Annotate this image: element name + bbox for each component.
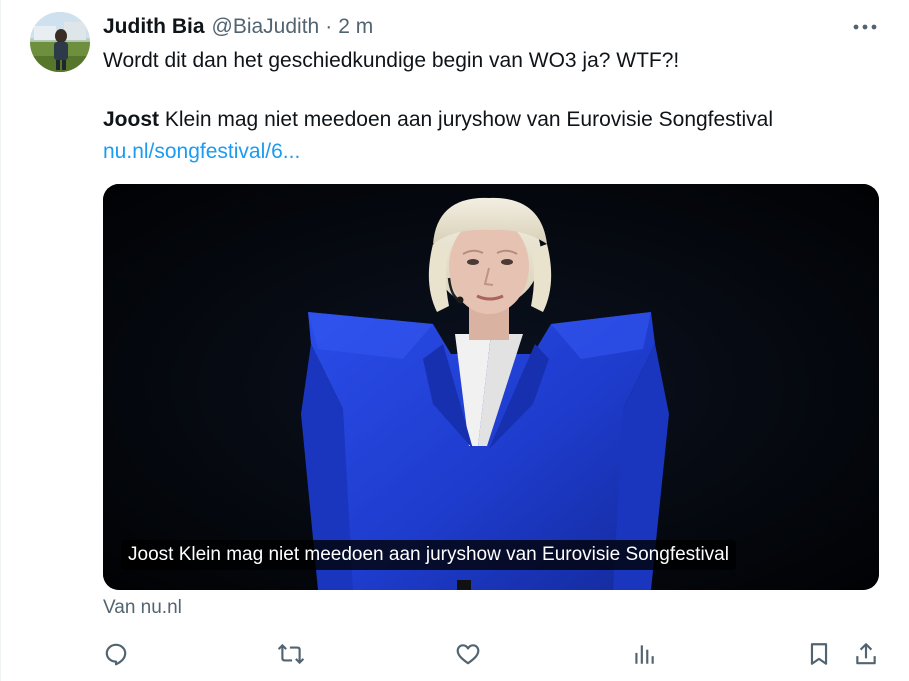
tweet[interactable]: Judith Bia @BiaJudith · 2 m Wordt dit da… [0,0,909,681]
retweet-button[interactable] [277,640,305,668]
bookmark-button[interactable] [805,640,833,668]
headline-rest: Klein mag niet meedoen aan juryshow van … [159,108,774,131]
timestamp[interactable]: 2 m [338,15,373,39]
link-card[interactable]: Joost Klein mag niet meedoen aan jurysho… [103,184,879,590]
quoted-headline: Joost Klein mag niet meedoen aan jurysho… [103,106,773,134]
tweet-text: Wordt dit dan het geschiedkundige begin … [103,49,680,72]
more-options-button[interactable] [851,16,879,38]
share-button[interactable] [852,640,880,668]
article-link[interactable]: nu.nl/songfestival/6... [103,140,300,163]
reply-button[interactable] [102,640,130,668]
like-button[interactable] [454,640,482,668]
card-source[interactable]: Van nu.nl [103,597,182,619]
retweet-icon [277,643,305,665]
reply-icon [105,643,127,666]
avatar[interactable] [30,12,90,72]
author-name[interactable]: Judith Bia [103,15,205,39]
author-handle[interactable]: @BiaJudith [212,15,320,39]
heart-icon [456,644,480,665]
more-icon [853,24,877,30]
separator-dot: · [325,15,333,38]
card-photo [103,184,879,590]
article-link-row: nu.nl/songfestival/6... [103,138,300,166]
bookmark-icon [810,643,828,665]
share-icon [856,643,876,665]
divider [0,0,1,681]
views-button[interactable] [630,640,658,668]
card-caption: Joost Klein mag niet meedoen aan jurysho… [121,540,736,570]
tweet-header: Judith Bia @BiaJudith · 2 m [103,14,373,40]
headline-bold: Joost [103,108,160,131]
analytics-icon [635,645,654,664]
